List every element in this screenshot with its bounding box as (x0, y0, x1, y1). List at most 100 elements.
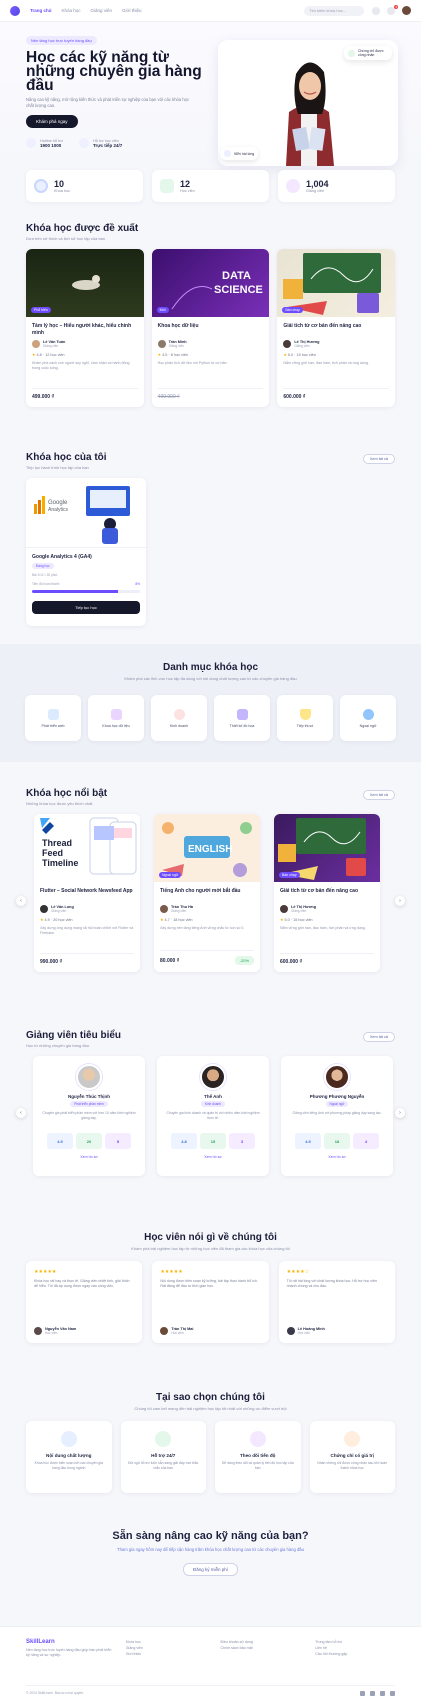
nav-link-courses[interactable]: Khóa học (62, 8, 81, 13)
course-old-price: 499.000 ₫ (157, 394, 180, 400)
footer-link[interactable]: Chính sách bảo mật (220, 1645, 315, 1651)
course-title[interactable]: Tiếng Anh cho người mới bắt đầu (160, 888, 254, 901)
explore-button[interactable]: Khám phá ngay (26, 115, 78, 128)
signup-button[interactable]: Đăng ký miễn phí (182, 1562, 239, 1576)
author-avatar (160, 905, 168, 913)
category-data[interactable]: Khoa học dữ liệu (88, 695, 144, 741)
star-icon: ★ (32, 353, 36, 357)
view-profile-link[interactable]: Xem hồ sơ (281, 1155, 393, 1159)
course-title[interactable]: Tâm lý học – Hiểu người khác, hiểu chính… (32, 323, 138, 336)
see-all-button[interactable]: Xem tất cả (362, 454, 395, 464)
linkedin-icon[interactable] (380, 1691, 385, 1696)
course-tag: Phổ biến (31, 307, 51, 313)
logo-icon[interactable] (10, 5, 20, 16)
stat-students: 12 Học viên (152, 170, 269, 202)
instructor-card[interactable]: Thế Anh Kinh doanh Chuyên gia kinh doanh… (157, 1056, 269, 1176)
featured-course-card[interactable]: Thread Feed Timeline Flutter – Social Ne… (34, 814, 140, 972)
testimonial-text: Tôi rất hài lòng với chất lượng khóa học… (286, 1279, 377, 1288)
my-course-card[interactable]: Google Analytics Google Analytics 4 (GA4… (26, 478, 146, 626)
instructor-role: Ngoại ngữ (325, 1101, 349, 1107)
search-input[interactable]: Tìm kiếm khóa học... (304, 5, 364, 16)
my-course-title[interactable]: Google Analytics 4 (GA4) (32, 554, 140, 561)
book-open-icon (60, 1431, 77, 1447)
instructor-name: Phương Phương Nguyễn (309, 1094, 365, 1099)
category-label: Phát triển web (41, 723, 65, 728)
why-card-title: Nội dung chất lượng (46, 1453, 92, 1458)
course-title[interactable]: Flutter – Social Network Newsfeed App (40, 888, 134, 901)
instructor-stat-rating: 4.8 (171, 1133, 197, 1149)
category-design[interactable]: Thiết kế đồ họa (214, 695, 270, 741)
hero-support: Hỗ trợ học viên Trực tiếp 24/7 (78, 138, 122, 148)
document-icon (160, 179, 174, 193)
hero-title: Học các kỹ năng từ những chuyên gia hàng… (26, 49, 202, 94)
course-title[interactable]: Giải tích từ cơ bản đến nâng cao (280, 888, 374, 901)
facebook-icon[interactable] (360, 1691, 365, 1696)
bookmark-icon[interactable] (372, 6, 380, 15)
hotline-label: Hotline hỗ trợ (40, 138, 63, 143)
category-language[interactable]: Ngoại ngữ (340, 695, 396, 741)
footer-link[interactable]: Câu hỏi thường gặp (315, 1651, 395, 1657)
bell-icon[interactable]: 3 (387, 4, 398, 15)
carousel-prev-button[interactable]: ‹ (16, 1108, 26, 1118)
course-thumbnail: Bán chạy (274, 814, 380, 882)
testimonials-title: Học viên nói gì về chúng tôi (144, 1232, 277, 1243)
category-label: Kinh doanh (169, 723, 189, 728)
author-role: Giảng viên (294, 344, 310, 348)
nav-link-instructors[interactable]: Giảng viên (91, 8, 113, 13)
course-title[interactable]: Khoa học dữ liệu (158, 323, 264, 336)
carousel-next-button[interactable]: › (395, 1108, 405, 1118)
course-card[interactable]: Bán chạy Giải tích từ cơ bản đến nâng ca… (277, 249, 396, 407)
youtube-icon[interactable] (390, 1691, 395, 1696)
instructor-stat-students: 20 (76, 1133, 102, 1149)
stat-value: 4.8 (181, 1138, 187, 1144)
featured-course-card[interactable]: ENGLISH Ngoại ngữ Tiếng Anh cho người mớ… (154, 814, 260, 972)
user-avatar[interactable] (402, 6, 411, 15)
category-business[interactable]: Kinh doanh (151, 695, 207, 741)
instructor-card[interactable]: Phương Phương Nguyễn Ngoại ngữ Giảng viê… (281, 1056, 393, 1176)
brain-icon (173, 708, 185, 720)
course-tag: Bán chạy (279, 872, 300, 878)
categories-subtitle: Khám phá các lĩnh vực học tập đa dạng vớ… (124, 676, 297, 681)
instructor-card[interactable]: Nguyễn Thúc Thịnh Phát triển phần mềm Ch… (33, 1056, 145, 1176)
footer-link[interactable]: Giới thiệu (126, 1651, 221, 1657)
featured-course-card[interactable]: Bán chạy Giải tích từ cơ bản đến nâng ca… (274, 814, 380, 972)
course-learners: 18 học viên (173, 918, 193, 922)
course-thumbnail: DATA SCIENCE Mới (151, 249, 270, 317)
carousel-prev-button[interactable]: ‹ (16, 896, 26, 906)
course-description: Nắm vững giới hạn, đạo hàm, tích phân và… (280, 926, 366, 930)
thumb-text-3: Timeline (42, 858, 78, 868)
twitter-icon[interactable] (370, 1691, 375, 1696)
copyright: © 2024 SkillLearn. Bảo lưu mọi quyền. (26, 1691, 85, 1695)
continue-learning-button[interactable]: Tiếp tục học (32, 600, 140, 614)
see-all-button[interactable]: Xem tất cả (362, 790, 395, 800)
course-card[interactable]: Phổ biến Tâm lý học – Hiểu người khác, h… (26, 249, 144, 407)
star-icon: ★ (160, 918, 164, 922)
course-rating: 5.0 (284, 918, 290, 922)
stat-value: 4.9 (305, 1138, 311, 1144)
instructor-name: Thế Anh (204, 1094, 222, 1099)
nav-link-about[interactable]: Giới thiệu (122, 8, 141, 13)
categories-title: Danh mục khóa học (162, 662, 258, 673)
testimonial-avatar (34, 1327, 42, 1335)
carousel-next-button[interactable]: › (395, 896, 405, 906)
progress-label: Tiến độ hoàn thành (32, 581, 60, 586)
chart-icon (224, 150, 231, 157)
stat-instructors: 1,004 Giảng viên (278, 170, 395, 202)
course-rating: 4.7 (164, 918, 170, 922)
nav-link-home[interactable]: Trang chủ (30, 8, 52, 13)
course-price: 499.000 ₫ (32, 394, 55, 400)
view-profile-link[interactable]: Xem hồ sơ (157, 1155, 269, 1159)
certificate-icon (344, 1431, 361, 1447)
category-web[interactable]: Phát triển web (25, 695, 81, 741)
why-section: Tại sao chọn chúng tôi Chúng tôi cam kết… (0, 1392, 421, 1493)
star-icon: ★ (283, 353, 287, 357)
course-card[interactable]: DATA SCIENCE Mới Khoa học dữ liệu Trần M… (151, 249, 270, 407)
footer-brand[interactable]: SkillLearn (26, 1639, 116, 1645)
see-all-button[interactable]: Xem tất cả (362, 1032, 395, 1042)
testimonial-avatar (160, 1327, 169, 1335)
view-profile-link[interactable]: Xem hồ sơ (33, 1155, 145, 1159)
footer: SkillLearn Nền tảng học trực tuyến hàng … (0, 1626, 421, 1704)
featured-section: Khóa học nổi bật Những khóa học được yêu… (0, 788, 421, 972)
course-title[interactable]: Giải tích từ cơ bản đến nâng cao (283, 323, 389, 336)
category-marketing[interactable]: Tiếp thị số (277, 695, 333, 741)
